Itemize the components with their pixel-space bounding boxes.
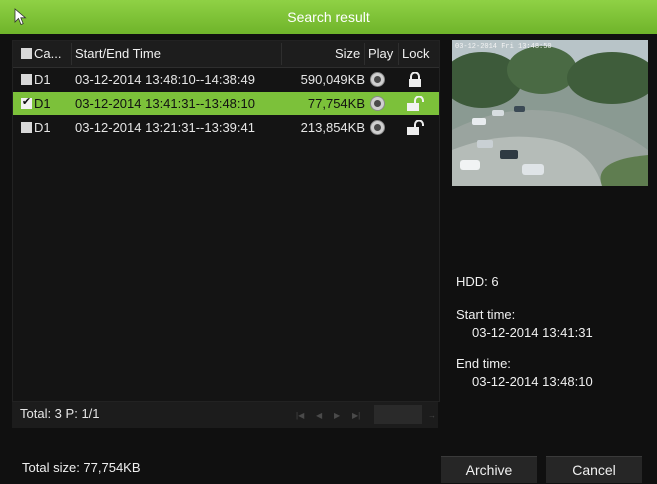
play-button-icon[interactable] bbox=[370, 72, 385, 87]
next-page-icon[interactable]: ▶ bbox=[334, 411, 340, 420]
page-indicator: P: 1/1 bbox=[65, 406, 100, 421]
column-divider bbox=[398, 43, 399, 65]
row-checkbox-checked[interactable]: ✔ bbox=[21, 96, 32, 109]
lock-closed-icon[interactable] bbox=[406, 72, 424, 88]
list-footer: Total: 3 P: 1/1 |◀ ◀ ▶ ▶| → bbox=[12, 402, 438, 428]
row-size: 213,854KB bbox=[300, 120, 365, 135]
page-number-input[interactable] bbox=[374, 405, 422, 424]
row-time: 03-12-2014 13:48:10--14:38:49 bbox=[75, 72, 255, 87]
table-row[interactable]: D1 03-12-2014 13:21:31--13:39:41 213,854… bbox=[13, 116, 439, 139]
header-lock: Lock bbox=[402, 46, 430, 61]
row-size: 590,049KB bbox=[300, 72, 365, 87]
play-button-icon[interactable] bbox=[370, 120, 385, 135]
go-arrow-icon[interactable]: → bbox=[428, 411, 436, 420]
start-time-label: Start time: bbox=[456, 307, 516, 322]
table-header: Ca... Start/End Time Size Play Lock bbox=[13, 41, 439, 68]
checkmark-icon: ✔ bbox=[21, 96, 32, 108]
column-divider bbox=[71, 43, 72, 65]
title-bar: Search result bbox=[0, 0, 657, 34]
lock-open-icon[interactable] bbox=[406, 96, 424, 112]
video-preview-thumbnail: 03-12-2014 Fri 13:48:50 bbox=[452, 40, 648, 186]
row-camera: D1 bbox=[34, 120, 51, 135]
total-count: Total: 3 bbox=[20, 406, 62, 421]
start-time-value: 03-12-2014 13:41:31 bbox=[472, 325, 593, 340]
select-all-checkbox[interactable] bbox=[21, 48, 32, 59]
table-row-selected[interactable]: ✔ D1 03-12-2014 13:41:31--13:48:10 77,75… bbox=[13, 92, 439, 115]
header-camera[interactable]: Ca... bbox=[34, 46, 61, 61]
row-camera: D1 bbox=[34, 96, 51, 111]
header-size[interactable]: Size bbox=[335, 46, 360, 61]
preview-image bbox=[452, 40, 648, 186]
hdd-label: HDD: 6 bbox=[456, 274, 499, 289]
total-size-label: Total size: 77,754KB bbox=[22, 460, 141, 475]
row-checkbox[interactable] bbox=[21, 74, 32, 85]
column-divider bbox=[364, 43, 365, 65]
header-play: Play bbox=[368, 46, 394, 61]
table-row[interactable]: D1 03-12-2014 13:48:10--14:38:49 590,049… bbox=[13, 68, 439, 91]
row-time: 03-12-2014 13:41:31--13:48:10 bbox=[75, 96, 255, 111]
result-count: Total: 3 P: 1/1 bbox=[20, 406, 100, 421]
header-time[interactable]: Start/End Time bbox=[75, 46, 161, 61]
last-page-icon[interactable]: ▶| bbox=[352, 411, 360, 420]
window-title: Search result bbox=[287, 9, 370, 25]
row-camera: D1 bbox=[34, 72, 51, 87]
end-time-value: 03-12-2014 13:48:10 bbox=[472, 374, 593, 389]
archive-button[interactable]: Archive bbox=[441, 456, 537, 483]
prev-page-icon[interactable]: ◀ bbox=[316, 411, 322, 420]
row-size: 77,754KB bbox=[307, 96, 365, 111]
first-page-icon[interactable]: |◀ bbox=[296, 411, 304, 420]
cancel-button[interactable]: Cancel bbox=[546, 456, 642, 483]
play-button-icon[interactable] bbox=[370, 96, 385, 111]
search-result-table: Ca... Start/End Time Size Play Lock D1 0… bbox=[12, 40, 440, 402]
end-time-label: End time: bbox=[456, 356, 511, 371]
column-divider bbox=[281, 43, 282, 65]
row-time: 03-12-2014 13:21:31--13:39:41 bbox=[75, 120, 255, 135]
lock-open-icon[interactable] bbox=[406, 120, 424, 136]
row-checkbox[interactable] bbox=[21, 122, 32, 133]
preview-timestamp: 03-12-2014 Fri 13:48:50 bbox=[455, 43, 552, 51]
